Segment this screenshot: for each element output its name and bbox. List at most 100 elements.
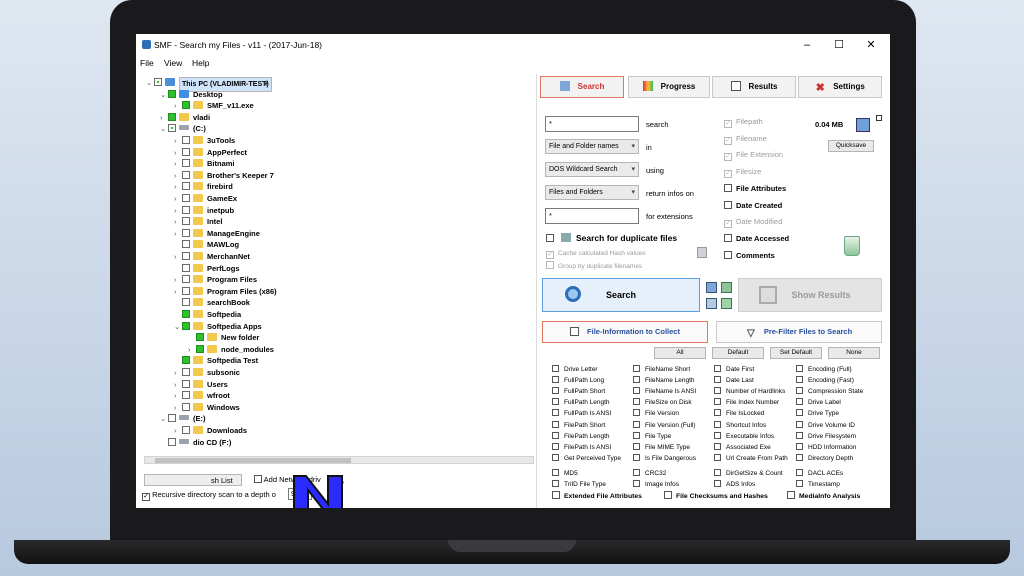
tree-checkbox[interactable] xyxy=(182,298,190,307)
file-info-checkbox[interactable]: Drive Volume ID xyxy=(796,420,855,431)
file-info-checkbox[interactable]: FileName Short xyxy=(633,365,690,375)
file-info-checkbox[interactable]: HDD Information xyxy=(796,442,856,453)
tree-item[interactable]: ⌄ This PC (VLADIMIR-TEST) xyxy=(146,77,272,92)
file-info-checkbox[interactable]: Drive Type xyxy=(796,409,839,419)
copy-icon[interactable] xyxy=(706,298,717,309)
expand-chevron-icon[interactable]: › xyxy=(174,402,182,413)
info-checkbox[interactable]: ✓ Filepath xyxy=(724,117,763,128)
tree-horizontal-scrollbar[interactable] xyxy=(144,456,534,464)
file-info-checkbox[interactable]: FullPath Short xyxy=(552,387,605,397)
search-in-select[interactable]: File and Folder names xyxy=(545,139,639,154)
tree-item[interactable]: dio CD (F:) xyxy=(160,437,231,448)
file-info-checkbox[interactable]: Drive Letter xyxy=(552,365,598,375)
expand-chevron-icon[interactable]: › xyxy=(174,170,182,181)
file-info-checkbox[interactable]: Date First xyxy=(714,365,754,375)
search-input[interactable]: * xyxy=(545,116,639,132)
search-method-select[interactable]: DOS Wildcard Search xyxy=(545,162,639,177)
preset-set-default-button[interactable]: Set Default xyxy=(770,347,822,359)
tree-checkbox[interactable] xyxy=(182,391,190,400)
tree-checkbox[interactable] xyxy=(168,89,176,98)
hash-info-checkbox[interactable]: TriID File Type xyxy=(552,480,606,490)
extensions-input[interactable]: * xyxy=(545,208,639,224)
preset-default-button[interactable]: Default xyxy=(712,347,764,359)
tree-checkbox[interactable] xyxy=(182,275,190,284)
tree-item[interactable]: Softpedia Test xyxy=(174,355,258,366)
tree-item[interactable]: › node_modules xyxy=(188,344,274,355)
tree-checkbox[interactable] xyxy=(168,124,176,133)
search-button[interactable]: Search xyxy=(542,278,700,312)
tree-checkbox[interactable] xyxy=(182,101,190,110)
tree-checkbox[interactable] xyxy=(182,356,190,365)
file-info-checkbox[interactable]: Get Perceived Type xyxy=(552,453,621,464)
tree-item[interactable]: ⌄ Desktop xyxy=(160,89,223,100)
file-info-checkbox[interactable]: FileName Is ANSI xyxy=(633,387,696,397)
tree-item[interactable]: ⌄ (C:) xyxy=(160,123,206,134)
tree-item[interactable]: › vladi xyxy=(160,112,210,123)
tree-checkbox[interactable] xyxy=(182,170,190,179)
preset-all-button[interactable]: All xyxy=(654,347,706,359)
tree-checkbox[interactable] xyxy=(196,333,204,342)
preset-none-button[interactable]: None xyxy=(828,347,880,359)
paste-icon[interactable] xyxy=(721,298,732,309)
hash-info-checkbox[interactable]: ADS Infos xyxy=(714,480,755,490)
tree-checkbox[interactable] xyxy=(168,112,176,121)
tree-item[interactable]: › GameEx xyxy=(174,193,237,204)
file-info-checkbox[interactable]: Url Create From Path xyxy=(714,453,788,464)
expand-chevron-icon[interactable]: › xyxy=(174,158,182,169)
tree-checkbox[interactable] xyxy=(182,379,190,388)
file-info-checkbox[interactable]: File Index Number xyxy=(714,398,779,408)
tree-item[interactable]: › 3uTools xyxy=(174,135,235,146)
file-info-checkbox[interactable]: Executable Infos xyxy=(714,431,774,442)
tree-item[interactable]: › Intel xyxy=(174,216,222,227)
expand-chevron-icon[interactable]: ⌄ xyxy=(160,413,168,424)
return-select[interactable]: Files and Folders xyxy=(545,185,639,200)
checksums-checkbox[interactable]: File Checksums and Hashes xyxy=(664,491,768,502)
tree-item[interactable]: Softpedia xyxy=(174,309,241,320)
tree-item[interactable]: › Users xyxy=(174,379,228,390)
info-checkbox[interactable]: ✓ Date Modified xyxy=(724,217,782,229)
file-info-checkbox[interactable]: File Type xyxy=(633,431,671,442)
tree-checkbox[interactable] xyxy=(168,414,176,423)
save-search-icon[interactable] xyxy=(706,282,717,293)
file-info-checkbox[interactable]: File MIME Type xyxy=(633,442,690,453)
info-checkbox[interactable]: ✓ File Extension xyxy=(724,150,783,162)
info-checkbox[interactable]: ✓ Filesize xyxy=(724,167,761,179)
file-info-checkbox[interactable]: Compression State xyxy=(796,387,863,397)
tree-item[interactable]: › Windows xyxy=(174,402,240,413)
file-info-checkbox[interactable]: FullPath Long xyxy=(552,376,604,386)
tree-checkbox[interactable] xyxy=(182,426,190,434)
tree-item[interactable]: › Brother's Keeper 7 xyxy=(174,170,274,181)
info-checkbox[interactable]: ✓ Filename xyxy=(724,134,767,145)
tree-checkbox[interactable] xyxy=(154,78,162,86)
tab-progress[interactable]: Progress xyxy=(628,76,710,98)
info-checkbox[interactable]: File Attributes xyxy=(724,183,786,194)
tree-checkbox[interactable] xyxy=(182,159,190,168)
scrollbar-thumb[interactable] xyxy=(155,458,351,463)
info-checkbox[interactable]: Comments xyxy=(724,250,775,261)
cache-hash-checkbox[interactable]: ✓ Cache calculated Hash values xyxy=(546,249,645,259)
tree-checkbox[interactable] xyxy=(182,321,190,330)
expand-chevron-icon[interactable]: › xyxy=(174,367,182,378)
file-info-checkbox[interactable]: FileSize on Disk xyxy=(633,398,692,408)
expand-chevron-icon[interactable]: › xyxy=(174,379,182,390)
show-results-button[interactable]: Show Results xyxy=(738,278,882,312)
hash-list-button[interactable]: sh List xyxy=(144,474,242,486)
tree-checkbox[interactable] xyxy=(182,402,190,411)
group-duplicates-checkbox[interactable]: Group by duplicate filenames xyxy=(546,261,642,272)
expand-chevron-icon[interactable]: ⌄ xyxy=(174,321,182,332)
menu-help[interactable]: Help xyxy=(192,58,209,68)
tree-item[interactable]: › wfroot xyxy=(174,390,230,401)
tree-item[interactable]: › SMF_v11.exe xyxy=(174,100,254,111)
duplicate-checkbox[interactable]: Search for duplicate files xyxy=(546,233,677,243)
tree-checkbox[interactable] xyxy=(196,344,204,353)
hash-info-checkbox[interactable]: Timestamp xyxy=(796,480,840,490)
hash-info-checkbox[interactable]: DACL ACEs xyxy=(796,469,843,479)
load-search-icon[interactable] xyxy=(721,282,732,293)
tree-item[interactable]: › Program Files (x86) xyxy=(174,286,277,297)
file-information-button[interactable]: File-Information to Collect xyxy=(542,321,708,343)
file-info-checkbox[interactable]: FullPath Is ANSI xyxy=(552,409,611,419)
file-info-checkbox[interactable]: Associated Exe xyxy=(714,442,771,453)
file-info-checkbox[interactable]: Encoding (Full) xyxy=(796,365,852,375)
file-info-checkbox[interactable]: Is File Dangerous xyxy=(633,453,696,464)
tree-item[interactable]: › Program Files xyxy=(174,274,257,285)
